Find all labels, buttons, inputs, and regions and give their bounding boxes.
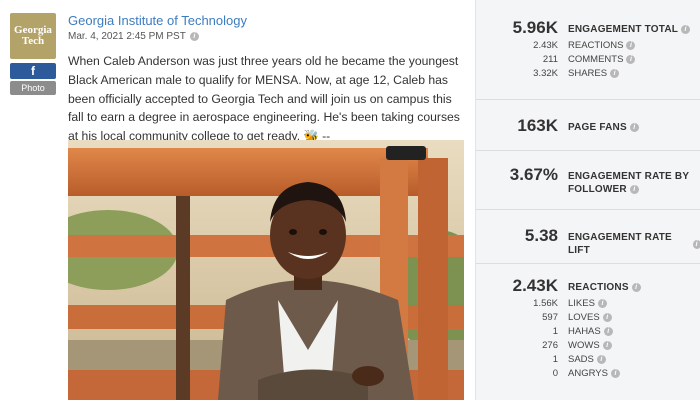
page-fans-label-text: PAGE FANS	[568, 122, 627, 133]
reaction-row-loves: 597 LOVES i	[476, 312, 700, 326]
metric-row-label: SHARES i	[568, 68, 620, 79]
engagement-total-value: 5.96K	[512, 18, 558, 37]
metric-row-label: COMMENTS i	[568, 54, 636, 65]
metric-row-label-text: SADS	[568, 354, 594, 365]
post-meta: Mar. 4, 2021 2:45 PM PST i	[68, 31, 199, 42]
info-icon[interactable]: i	[610, 369, 620, 378]
metric-row-label-text: HAHAS	[568, 326, 601, 337]
metric-row-reactions: 2.43K REACTIONS i	[476, 40, 700, 54]
metric-row-value: 1	[552, 354, 558, 365]
reaction-row-wows: 276 WOWS i	[476, 340, 700, 354]
reaction-row-hahas: 1 HAHAS i	[476, 326, 700, 340]
info-icon[interactable]: i	[631, 283, 641, 292]
metric-row-label: ANGRYS i	[568, 368, 620, 379]
metric-row-label: WOWS i	[568, 340, 612, 351]
info-icon[interactable]: i	[189, 32, 199, 41]
info-icon[interactable]: i	[596, 355, 606, 364]
metric-row-value: 211	[542, 54, 558, 65]
metric-row-value: 3.32K	[533, 68, 558, 79]
info-icon[interactable]: i	[626, 55, 636, 64]
org-name-link[interactable]: Georgia Institute of Technology	[68, 13, 247, 28]
post-timestamp: Mar. 4, 2021 2:45 PM PST	[68, 31, 186, 42]
metric-row-value: 597	[542, 312, 558, 323]
metric-row-value: 1.56K	[533, 298, 558, 309]
info-icon[interactable]: i	[610, 69, 620, 78]
reaction-row-angrys: 0 ANGRYS i	[476, 368, 700, 382]
post-photo[interactable]	[68, 140, 464, 400]
page-fans-value: 163K	[517, 116, 558, 135]
engagement-total-label-text: ENGAGEMENT TOTAL	[568, 24, 679, 35]
engagement-total-label: ENGAGEMENT TOTAL i	[568, 23, 691, 36]
metric-row-label: SADS i	[568, 354, 606, 365]
info-icon[interactable]: i	[602, 341, 612, 350]
reactions-label: REACTIONS i	[568, 281, 641, 294]
info-icon[interactable]: i	[681, 25, 691, 34]
info-icon[interactable]: i	[603, 327, 613, 336]
metric-row-label-text: LIKES	[568, 298, 595, 309]
metric-row-label-text: WOWS	[568, 340, 600, 351]
logo-line2: Tech	[21, 35, 45, 47]
info-icon[interactable]: i	[692, 239, 700, 249]
metric-row-shares: 3.32K SHARES i	[476, 68, 700, 82]
engagement-total-block: 5.96K ENGAGEMENT TOTAL i 2.43K REACTIONS…	[476, 0, 700, 100]
engagement-lift-value: 5.38	[524, 226, 558, 245]
info-icon[interactable]: i	[602, 313, 612, 322]
facebook-icon: f	[10, 63, 56, 79]
info-icon[interactable]: i	[626, 41, 636, 50]
engagement-rate-label: ENGAGEMENT RATE BY FOLLOWER i	[568, 170, 689, 196]
reaction-row-sads: 1 SADS i	[476, 354, 700, 368]
reactions-label-text: REACTIONS	[568, 282, 629, 293]
reactions-block: 2.43K REACTIONS i 1.56K LIKES i 597 LOVES…	[476, 264, 700, 400]
engagement-lift-label: ENGAGEMENT RATE LIFT i	[568, 231, 700, 257]
metric-row-comments: 211 COMMENTS i	[476, 54, 700, 68]
metric-row-value: 0	[552, 368, 558, 379]
info-icon[interactable]: i	[597, 299, 607, 308]
metric-row-value: 276	[542, 340, 558, 351]
engagement-rate-value: 3.67%	[509, 165, 558, 184]
engagement-rate-label-line2: FOLLOWER	[568, 184, 627, 195]
info-icon[interactable]: i	[629, 185, 639, 194]
post-card: Georgia Tech f Photo Georgia Institute o…	[0, 0, 475, 400]
engagement-lift-block: 5.38 ENGAGEMENT RATE LIFT i	[476, 210, 700, 264]
post-type-badge: Photo	[10, 81, 56, 95]
engagement-rate-label-line1: ENGAGEMENT RATE BY	[568, 171, 690, 182]
photo-image	[68, 140, 464, 400]
page-fans-block: 163K PAGE FANS i	[476, 100, 700, 151]
org-logo[interactable]: Georgia Tech	[10, 13, 56, 59]
reactions-value: 2.43K	[512, 276, 558, 295]
metric-row-label-text: REACTIONS	[568, 40, 624, 51]
metric-row-label-text: COMMENTS	[568, 54, 624, 65]
metrics-panel: 5.96K ENGAGEMENT TOTAL i 2.43K REACTIONS…	[475, 0, 700, 400]
metric-row-label: LIKES i	[568, 298, 607, 309]
metric-row-label-text: SHARES	[568, 68, 608, 79]
reaction-row-likes: 1.56K LIKES i	[476, 298, 700, 312]
engagement-rate-block: 3.67% ENGAGEMENT RATE BY FOLLOWER i	[476, 151, 700, 210]
engagement-rate-label-line2-wrap: FOLLOWER i	[568, 183, 689, 196]
page-fans-label: PAGE FANS i	[568, 121, 639, 134]
info-icon[interactable]: i	[629, 123, 639, 132]
metric-row-label: LOVES i	[568, 312, 612, 323]
engagement-lift-label-text: ENGAGEMENT RATE LIFT	[568, 232, 672, 256]
metric-row-label: REACTIONS i	[568, 40, 636, 51]
metric-row-label: HAHAS i	[568, 326, 613, 337]
metric-row-value: 1	[552, 326, 558, 337]
metric-row-label-text: LOVES	[568, 312, 600, 323]
metric-row-label-text: ANGRYS	[568, 368, 608, 379]
metric-row-value: 2.43K	[533, 40, 558, 51]
